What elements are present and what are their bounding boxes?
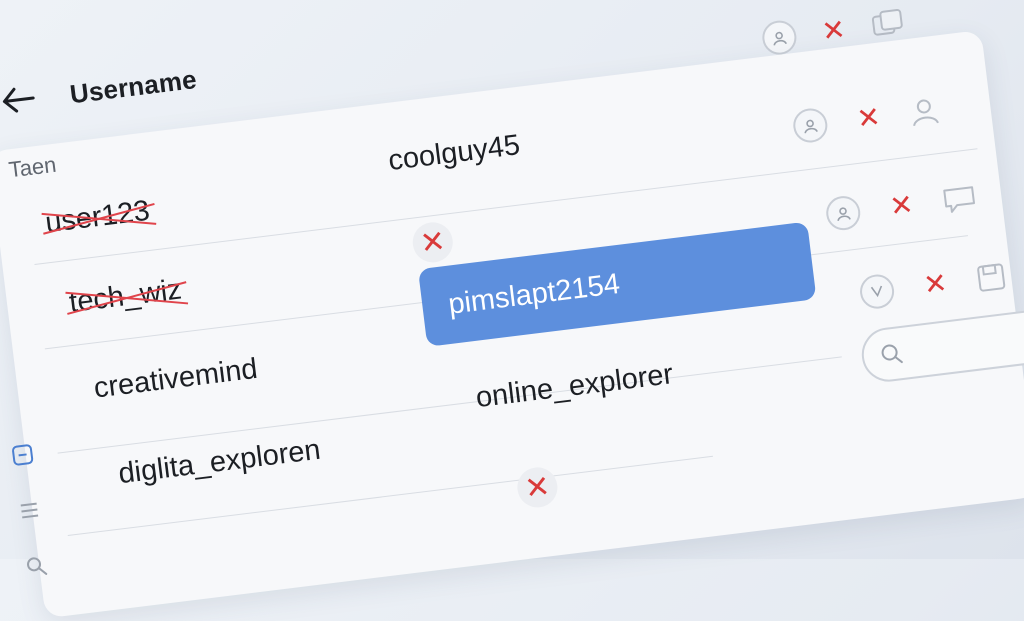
close-icon[interactable]: ✕ bbox=[888, 189, 915, 223]
close-icon[interactable]: ✕ bbox=[855, 101, 882, 135]
search-icon bbox=[881, 344, 903, 364]
sidebar-item-search[interactable] bbox=[22, 552, 51, 581]
close-icon[interactable]: ✕ bbox=[820, 14, 847, 48]
page-title: Username bbox=[68, 64, 199, 110]
user-icon[interactable] bbox=[908, 95, 941, 128]
profile-icon[interactable] bbox=[824, 194, 863, 233]
edit-icon bbox=[12, 444, 34, 466]
page-stage: Username ✕ Taen user123 coolguy45 ✕ tech… bbox=[0, 0, 1024, 620]
sidebar-item-list[interactable] bbox=[15, 496, 44, 525]
profile-icon[interactable] bbox=[791, 106, 830, 145]
sidebar-item-edit[interactable] bbox=[8, 440, 37, 469]
close-icon: ✕ bbox=[418, 224, 448, 261]
list-icon bbox=[20, 502, 39, 519]
search-icon bbox=[27, 557, 48, 575]
profile-icon[interactable] bbox=[760, 18, 799, 57]
message-icon[interactable] bbox=[941, 183, 978, 215]
close-icon[interactable]: ✕ bbox=[922, 267, 949, 301]
copy-icon[interactable] bbox=[869, 7, 906, 41]
selected-username-label: pimslapt2154 bbox=[446, 267, 622, 321]
close-icon: ✕ bbox=[522, 469, 552, 506]
back-button[interactable] bbox=[0, 78, 41, 123]
arrow-left-icon bbox=[2, 87, 35, 113]
save-icon[interactable] bbox=[975, 261, 1008, 294]
badge-icon[interactable] bbox=[858, 272, 897, 311]
